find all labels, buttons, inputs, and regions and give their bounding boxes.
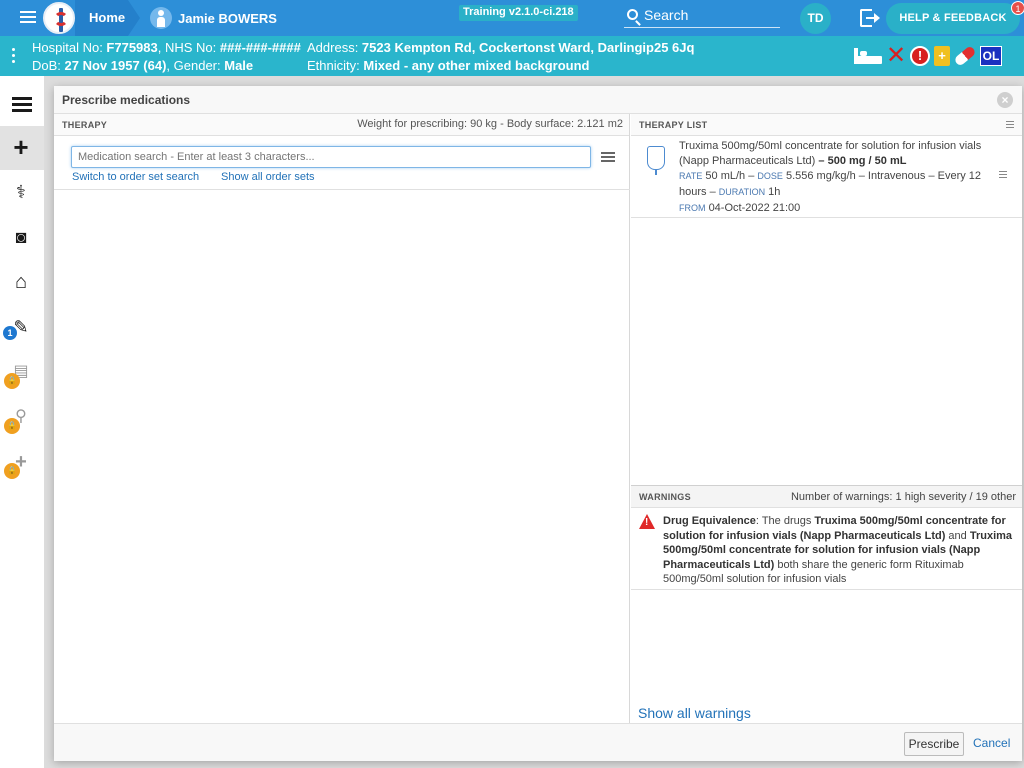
- warnings-title: WARNINGS: [639, 492, 691, 502]
- hospital-no: F775983: [106, 40, 158, 55]
- clipboard-icon[interactable]: [934, 46, 950, 66]
- switch-order-set-link[interactable]: Switch to order set search: [72, 171, 199, 183]
- dob: 27 Nov 1957 (64): [64, 58, 167, 73]
- therapy-list-item[interactable]: Truxima 500mg/50ml concentrate for solut…: [631, 136, 1022, 218]
- camera-icon: ◙: [15, 227, 27, 247]
- hospital-nhs-line: Hospital No: F775983, NHS No: ###-###-##…: [32, 40, 301, 55]
- address-line: Address: 7523 Kempton Rd, Cockertonst Wa…: [307, 40, 695, 55]
- ethnicity-line: Ethnicity: Mixed - any other mixed backg…: [307, 58, 590, 73]
- divider: [54, 189, 630, 190]
- user-avatar[interactable]: TD: [800, 3, 831, 34]
- cancel-button[interactable]: Cancel: [973, 736, 1010, 750]
- kebab-menu-icon[interactable]: [12, 48, 16, 66]
- dialog-title: Prescribe medications: [62, 93, 191, 107]
- help-feedback-button[interactable]: HELP & FEEDBACK: [886, 3, 1020, 34]
- app-logo[interactable]: [43, 2, 75, 34]
- prescribe-medications-dialog: Prescribe medications × THERAPY Weight f…: [54, 86, 1022, 761]
- pill-icon[interactable]: [953, 45, 977, 67]
- help-notification-badge: 1: [1011, 1, 1024, 15]
- warning-triangle-icon: [639, 514, 655, 529]
- x-icon[interactable]: ✕: [886, 44, 906, 68]
- therapy-name-line1: Truxima 500mg/50ml concentrate for solut…: [679, 140, 982, 152]
- address: 7523 Kempton Rd, Cockertonst Ward, Darli…: [361, 40, 695, 55]
- bed-icon[interactable]: [854, 48, 882, 64]
- lock-icon: 🔒: [4, 463, 20, 479]
- sidebar-item-notes[interactable]: ✎ 1: [0, 306, 44, 350]
- therapy-header-title: THERAPY: [62, 120, 108, 130]
- dob-gender-line: DoB: 27 Nov 1957 (64), Gender: Male: [32, 58, 254, 73]
- dialog-title-bar: Prescribe medications ×: [54, 86, 1022, 114]
- show-all-warnings-link[interactable]: Show all warnings: [638, 705, 751, 721]
- weight-info: Weight for prescribing: 90 kg - Body sur…: [357, 118, 623, 130]
- notes-count-badge: 1: [3, 326, 17, 340]
- ol-icon[interactable]: OL: [980, 46, 1002, 66]
- banner-alert-icons: ✕ ! OL: [854, 44, 1002, 68]
- home-label: Home: [89, 10, 126, 25]
- gender: Male: [224, 58, 254, 73]
- hamburger-menu-icon[interactable]: [601, 152, 615, 162]
- patient-name: Jamie BOWERS: [178, 10, 277, 26]
- therapy-pane: THERAPY Weight for prescribing: 90 kg - …: [54, 114, 630, 723]
- version-badge: Training v2.1.0-ci.218: [459, 5, 578, 21]
- therapy-list-title: THERAPY LIST: [639, 120, 708, 130]
- therapy-list-pane: THERAPY LIST Truxima 500mg/50ml concentr…: [631, 114, 1022, 723]
- sidebar-item-home[interactable]: ⌂: [0, 261, 44, 305]
- show-all-order-sets-link[interactable]: Show all order sets: [221, 171, 315, 183]
- warning-text: Drug Equivalence: The drugs Truxima 500m…: [663, 515, 1013, 585]
- sidebar-item-walking-locked[interactable]: ⚲ 🔒: [0, 396, 44, 440]
- stethoscope-icon: ⚕: [16, 182, 26, 202]
- home-breadcrumb[interactable]: Home: [75, 0, 137, 36]
- therapy-list-menu-icon[interactable]: [1006, 121, 1014, 129]
- plus-icon: +: [13, 132, 29, 162]
- sidebar-item-add[interactable]: +: [0, 126, 44, 170]
- patient-breadcrumb[interactable]: Jamie BOWERS: [150, 6, 277, 30]
- list-icon: [12, 97, 34, 119]
- search-label: Search: [644, 7, 689, 23]
- dialog-footer: Prescribe Cancel: [54, 723, 1022, 761]
- therapy-from-line: FROM 04-Oct-2022 21:00: [679, 202, 801, 214]
- close-icon[interactable]: ×: [997, 92, 1013, 108]
- therapy-dose: 500 mg / 50 mL: [827, 155, 907, 167]
- warnings-pane: WARNINGS Number of warnings: 1 high seve…: [631, 485, 1022, 723]
- left-sidebar: + ⚕ ◙ ⌂ ✎ 1 ▤ 🔒 ⚲ 🔒 + 🔒: [0, 76, 44, 768]
- infusion-bag-icon: [647, 146, 665, 175]
- lock-icon: 🔒: [4, 373, 20, 389]
- sidebar-item-clinical[interactable]: ⚕: [0, 171, 44, 215]
- therapy-duration-line: hours – DURATION 1h: [679, 186, 781, 198]
- person-icon: [150, 7, 172, 29]
- alert-icon[interactable]: !: [910, 46, 930, 66]
- therapy-item-menu-icon[interactable]: [999, 171, 1007, 179]
- lock-icon: 🔒: [4, 418, 20, 434]
- therapy-rate-line: RATE 50 mL/h – DOSE 5.556 mg/kg/h – Intr…: [679, 170, 982, 182]
- nhs-no: ###-###-####: [219, 40, 301, 55]
- ethnicity: Mixed - any other mixed background: [363, 58, 590, 73]
- therapy-list-header: THERAPY LIST: [631, 114, 1022, 136]
- sidebar-item-list[interactable]: [0, 82, 44, 126]
- medication-search-input[interactable]: [71, 146, 591, 168]
- logout-icon[interactable]: [860, 9, 880, 27]
- prescribe-button[interactable]: Prescribe: [904, 732, 964, 756]
- therapy-name-line2: (Napp Pharmaceuticals Ltd) – 500 mg / 50…: [679, 155, 907, 167]
- sidebar-item-plus-locked[interactable]: + 🔒: [0, 441, 44, 485]
- sidebar-item-clipboard-locked[interactable]: ▤ 🔒: [0, 351, 44, 395]
- sidebar-item-camera[interactable]: ◙: [0, 216, 44, 260]
- search-icon: [627, 9, 638, 20]
- menu-icon[interactable]: [20, 11, 36, 25]
- top-bar: Home Jamie BOWERS Training v2.1.0-ci.218…: [0, 0, 1024, 36]
- home-icon: ⌂: [14, 271, 28, 293]
- warnings-header: WARNINGS Number of warnings: 1 high seve…: [631, 486, 1022, 508]
- warnings-summary: Number of warnings: 1 high severity / 19…: [790, 491, 1016, 503]
- warning-item[interactable]: Drug Equivalence: The drugs Truxima 500m…: [631, 508, 1022, 590]
- therapy-header: THERAPY Weight for prescribing: 90 kg - …: [54, 114, 629, 136]
- search-box[interactable]: Search: [624, 5, 780, 28]
